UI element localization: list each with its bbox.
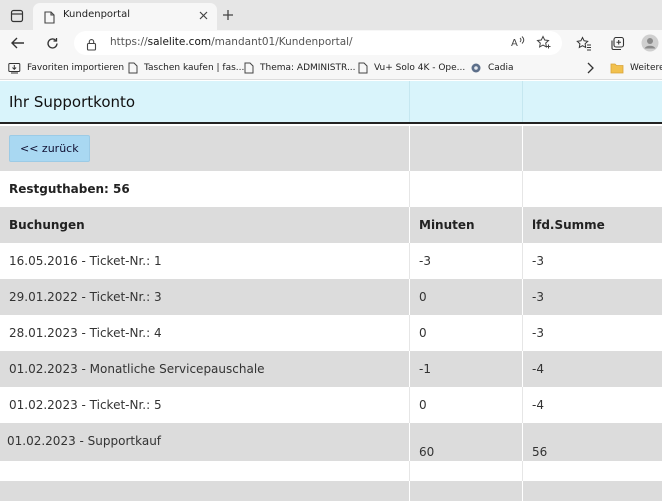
- table-row: 29.01.2022 - Ticket-Nr.: 3 0 -3: [0, 279, 662, 315]
- page-icon: [44, 9, 55, 28]
- url-host: salelite.com: [147, 36, 212, 48]
- favorite-label: Cadia: [488, 63, 514, 73]
- favorite-label: Favoriten importieren: [27, 63, 125, 73]
- collections-icon[interactable]: [607, 33, 627, 53]
- read-aloud-icon[interactable]: A: [510, 35, 526, 54]
- favorites-bar: Favoriten importieren Taschen kaufen | f…: [0, 56, 662, 80]
- booking-running-total: -3: [532, 254, 544, 268]
- column-header-bookings: Buchungen: [9, 218, 85, 232]
- booking-running-total: -3: [532, 326, 544, 340]
- url-path: /mandant01/Kundenportal/: [211, 36, 353, 48]
- booking-description: 01.02.2023 - Supportkauf: [7, 434, 162, 448]
- chevron-right-icon[interactable]: [585, 60, 595, 79]
- browser-toolbar: https://salelite.com/mandant01/Kundenpor…: [0, 30, 662, 56]
- booking-running-total: -4: [532, 398, 544, 412]
- address-bar[interactable]: https://salelite.com/mandant01/Kundenpor…: [74, 31, 562, 55]
- tab-title: Kundenportal: [63, 9, 130, 20]
- table-row-empty: [0, 461, 662, 481]
- booking-minutes: -3: [419, 254, 431, 268]
- back-arrow-icon[interactable]: [8, 33, 28, 53]
- svg-text:A: A: [511, 38, 518, 49]
- table-row: 01.02.2023 - Supportkauf 60 56: [0, 423, 662, 461]
- remaining-balance: Restguthaben: 56: [9, 182, 130, 196]
- favorite-import[interactable]: Favoriten importieren: [8, 60, 124, 76]
- booking-running-total: -3: [532, 290, 544, 304]
- profile-avatar-icon[interactable]: [640, 33, 660, 53]
- table-header-row: Buchungen Minuten lfd.Summe: [0, 207, 662, 243]
- booking-description: 29.01.2022 - Ticket-Nr.: 3: [9, 290, 162, 304]
- refresh-icon[interactable]: [42, 33, 62, 53]
- add-favorite-icon[interactable]: [536, 35, 552, 54]
- folder-icon: [610, 63, 624, 74]
- favorite-label: Thema: ADMINISTR...: [260, 63, 356, 73]
- back-row: << zurück: [0, 126, 662, 171]
- booking-minutes: 0: [419, 398, 427, 412]
- favorite-thema[interactable]: Thema: ADMINISTR...: [244, 60, 356, 76]
- back-button[interactable]: << zurück: [9, 135, 90, 162]
- favorites-icon[interactable]: [574, 33, 594, 53]
- url-scheme: https://: [110, 36, 148, 48]
- booking-running-total: 56: [532, 445, 548, 459]
- favorite-label: Weitere: [630, 63, 662, 73]
- page-icon: [244, 62, 254, 74]
- favorite-folder-weitere[interactable]: Weitere: [610, 60, 662, 76]
- page-icon: [358, 62, 368, 74]
- cadia-icon: [471, 63, 481, 73]
- workspaces-icon[interactable]: [7, 6, 27, 26]
- favorite-label: Taschen kaufen | fas...: [144, 63, 245, 73]
- column-header-minutes: Minuten: [419, 218, 475, 232]
- new-tab-icon[interactable]: [219, 6, 237, 24]
- favorite-cadia[interactable]: Cadia: [470, 60, 514, 76]
- booking-minutes: -1: [419, 362, 431, 376]
- import-favorites-icon: [8, 63, 21, 74]
- table-row: 28.01.2023 - Ticket-Nr.: 4 0 -3: [0, 315, 662, 351]
- close-tab-icon[interactable]: [196, 8, 210, 22]
- column-header-running-total: lfd.Summe: [532, 218, 605, 232]
- page-title: Ihr Supportkonto: [9, 92, 136, 111]
- table-row: 01.02.2023 - Monatliche Servicepauschale…: [0, 351, 662, 387]
- favorite-vu-solo[interactable]: Vu+ Solo 4K - Ope...: [358, 60, 465, 76]
- booking-minutes: 60: [419, 445, 435, 459]
- table-row-empty: [0, 481, 662, 501]
- booking-description: 01.02.2023 - Monatliche Servicepauschale: [9, 362, 265, 376]
- tab-strip: Kundenportal: [0, 0, 662, 30]
- balance-row: Restguthaben: 56: [0, 171, 662, 207]
- support-account-page: Ihr Supportkonto << zurück Restguthaben:…: [0, 81, 662, 501]
- table-row: 16.05.2016 - Ticket-Nr.: 1 -3 -3: [0, 243, 662, 279]
- table-row: 01.02.2023 - Ticket-Nr.: 5 0 -4: [0, 387, 662, 423]
- favorite-label: Vu+ Solo 4K - Ope...: [374, 63, 466, 73]
- booking-running-total: -4: [532, 362, 544, 376]
- header-row: Ihr Supportkonto: [0, 81, 662, 124]
- booking-minutes: 0: [419, 290, 427, 304]
- lock-icon[interactable]: [86, 36, 97, 55]
- booking-description: 16.05.2016 - Ticket-Nr.: 1: [9, 254, 162, 268]
- booking-description: 01.02.2023 - Ticket-Nr.: 5: [9, 398, 162, 412]
- page-icon: [128, 62, 138, 74]
- url-text[interactable]: https://salelite.com/mandant01/Kundenpor…: [110, 36, 353, 48]
- booking-minutes: 0: [419, 326, 427, 340]
- tab-kundenportal[interactable]: Kundenportal: [33, 3, 217, 30]
- favorite-taschen[interactable]: Taschen kaufen | fas...: [128, 60, 244, 76]
- booking-description: 28.01.2023 - Ticket-Nr.: 4: [9, 326, 162, 340]
